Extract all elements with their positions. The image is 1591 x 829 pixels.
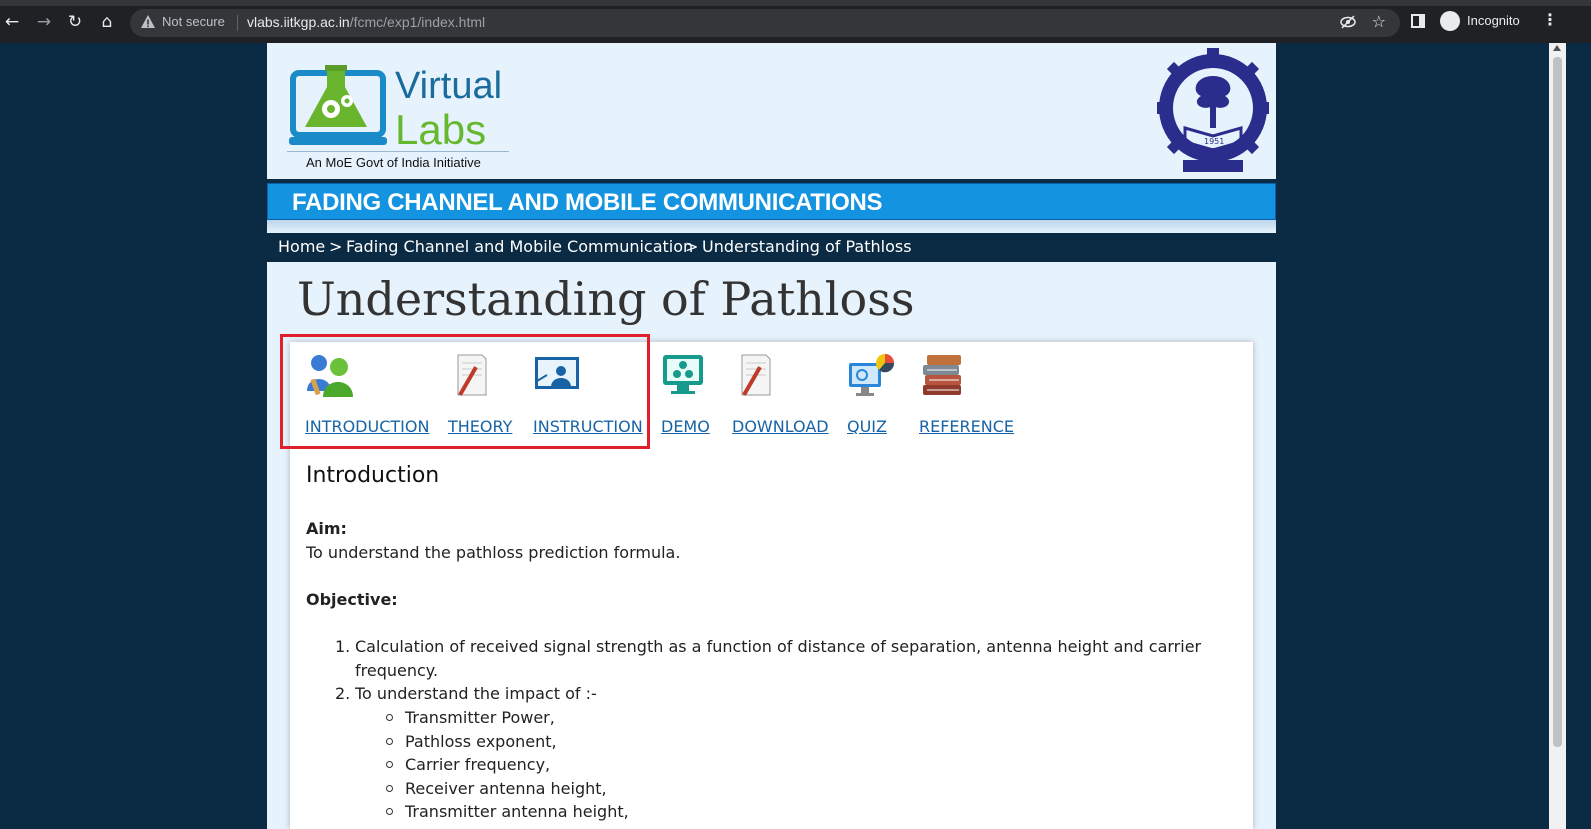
- scrollbar-thumb[interactable]: [1553, 57, 1562, 747]
- page-title: Understanding of Pathloss: [297, 272, 915, 326]
- svg-text:1951: 1951: [1204, 137, 1224, 146]
- title-bar-shadow: [267, 220, 1276, 233]
- monitor-gears-icon[interactable]: [661, 351, 709, 399]
- sub-list-item: Pathloss exponent,: [405, 732, 557, 751]
- forward-icon[interactable]: →: [32, 10, 56, 34]
- eye-off-icon[interactable]: [1340, 14, 1356, 30]
- course-title: FADING CHANNEL AND MOBILE COMMUNICATIONS: [292, 189, 883, 216]
- sub-list-item: Transmitter antenna height,: [405, 802, 629, 821]
- bullet-icon: [386, 761, 393, 768]
- scroll-up-icon[interactable]: [1553, 45, 1561, 51]
- breadcrumb-current: Understanding of Pathloss: [702, 237, 912, 256]
- content-margin-right: [1253, 342, 1276, 829]
- breadcrumb-home[interactable]: Home: [278, 237, 325, 256]
- iit-kharagpur-logo[interactable]: 1951: [1155, 46, 1271, 174]
- sub-list-item: Receiver antenna height,: [405, 779, 607, 798]
- breadcrumb-course[interactable]: Fading Channel and Mobile Communication: [346, 237, 693, 256]
- document-pencil-icon[interactable]: [732, 351, 780, 399]
- page-background-right: [1566, 43, 1591, 829]
- list-item-continued: frequency.: [355, 661, 439, 680]
- bullet-icon: [386, 785, 393, 792]
- tab-label[interactable]: REFERENCE: [919, 417, 1014, 436]
- url-path: /fcmc/exp1/index.html: [349, 14, 486, 30]
- incognito-label[interactable]: Incognito: [1467, 13, 1520, 28]
- highlight-box: [280, 334, 650, 449]
- not-secure-label[interactable]: Not secure: [162, 14, 225, 29]
- aim-text: To understand the pathloss prediction fo…: [306, 543, 681, 562]
- tab-label[interactable]: DOWNLOAD: [732, 417, 829, 436]
- list-number: 1.: [335, 637, 351, 656]
- sub-list-item: Transmitter Power,: [405, 708, 555, 727]
- side-panel-icon[interactable]: [1411, 14, 1425, 28]
- tab-label[interactable]: QUIZ: [847, 417, 887, 436]
- bookmark-star-icon[interactable]: ☆: [1372, 12, 1386, 31]
- breadcrumb-separator: >: [329, 237, 343, 256]
- bullet-icon: [386, 808, 393, 815]
- url-text[interactable]: vlabs.iitkgp.ac.in/fcmc/exp1/index.html: [247, 14, 485, 30]
- list-number: 2.: [335, 684, 351, 703]
- objective-label: Objective:: [306, 590, 398, 609]
- warning-icon[interactable]: [140, 14, 156, 30]
- browser-toolbar: ← → ↻ ⌂ Not secure vlabs.iitkgp.ac.in/fc…: [0, 0, 1591, 43]
- logo-virtual-text: Virtual: [395, 65, 503, 107]
- reload-icon[interactable]: ↻: [63, 10, 87, 34]
- url-host: vlabs.iitkgp.ac.in: [247, 14, 350, 30]
- breadcrumb-separator: >: [685, 237, 699, 256]
- logo-labs-text: Labs: [395, 106, 487, 153]
- books-icon[interactable]: [919, 351, 967, 399]
- section-heading: Introduction: [306, 463, 440, 488]
- vertical-scrollbar[interactable]: [1549, 43, 1566, 829]
- breadcrumb: Home > Fading Channel and Mobile Communi…: [267, 233, 1276, 262]
- tab-label[interactable]: DEMO: [661, 417, 710, 436]
- site-header: Virtual Labs An MoE Govt of India Initia…: [267, 43, 1276, 179]
- course-title-bar: FADING CHANNEL AND MOBILE COMMUNICATIONS: [267, 183, 1276, 220]
- logo-tagline: An MoE Govt of India Initiative: [306, 155, 481, 170]
- sub-list-item: Carrier frequency,: [405, 755, 551, 774]
- home-icon[interactable]: ⌂: [95, 10, 119, 34]
- menu-icon[interactable]: ⋮: [1542, 10, 1558, 29]
- monitor-chart-icon[interactable]: [847, 351, 895, 399]
- list-item: To understand the impact of :-: [355, 684, 597, 703]
- aim-label: Aim:: [306, 519, 347, 538]
- address-bar[interactable]: Not secure vlabs.iitkgp.ac.in/fcmc/exp1/…: [130, 9, 1400, 37]
- bullet-icon: [386, 738, 393, 745]
- list-item: Calculation of received signal strength …: [355, 637, 1202, 656]
- bullet-icon: [386, 714, 393, 721]
- back-icon[interactable]: ←: [0, 10, 24, 34]
- divider: [237, 15, 238, 31]
- incognito-icon[interactable]: [1440, 11, 1460, 31]
- page-title-area: Understanding of Pathloss: [267, 262, 1276, 342]
- logo-divider: [287, 151, 509, 152]
